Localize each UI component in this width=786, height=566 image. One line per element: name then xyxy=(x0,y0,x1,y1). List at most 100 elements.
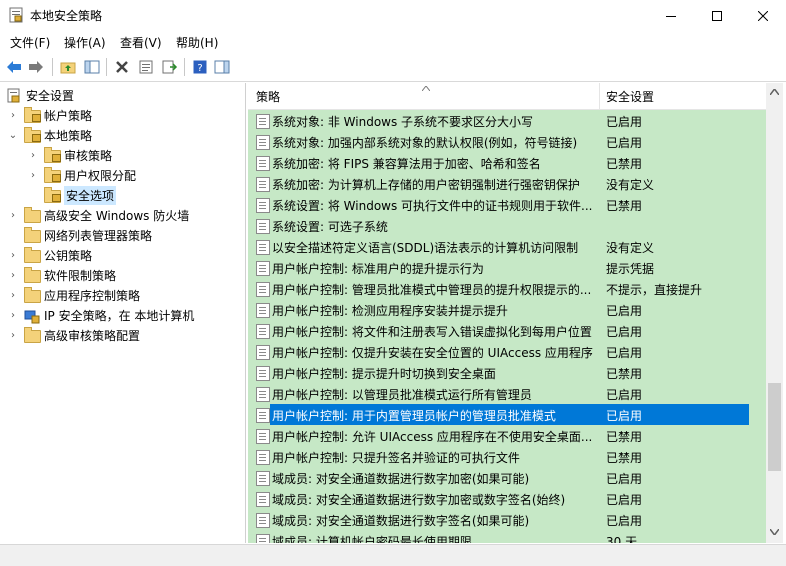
expand-icon[interactable]: › xyxy=(8,290,18,301)
expand-icon[interactable]: › xyxy=(8,330,18,341)
forward-arrow-icon xyxy=(29,61,43,73)
expand-icon[interactable]: › xyxy=(28,150,38,161)
policy-row[interactable]: 系统加密: 将 FIPS 兼容算法用于加密、哈希和签名 已禁用 xyxy=(248,152,766,173)
tree-item-security-settings[interactable]: 安全设置 xyxy=(6,85,74,105)
policy-icon xyxy=(256,366,270,381)
folder-icon xyxy=(24,227,41,243)
tree-item-network-list[interactable]: 网络列表管理器策略 xyxy=(8,225,152,245)
tree-item-label: 帐户策略 xyxy=(44,108,93,123)
policy-row[interactable]: 系统设置: 可选子系统 xyxy=(248,215,766,236)
policy-row[interactable]: 系统设置: 将 Windows 可执行文件中的证书规则用于软件... 已禁用 xyxy=(248,194,766,215)
close-icon xyxy=(758,10,768,21)
up-one-level-button[interactable] xyxy=(58,57,78,77)
policy-row[interactable]: 用户帐户控制: 管理员批准模式中管理员的提升权限提示的... 不提示，直接提升 xyxy=(248,278,766,299)
expand-icon[interactable]: › xyxy=(8,270,18,281)
policy-setting: 已启用 xyxy=(606,136,643,150)
close-button[interactable] xyxy=(740,0,786,31)
tree-item-label: 高级安全 Windows 防火墙 xyxy=(44,208,190,223)
policy-row[interactable]: 系统对象: 加强内部系统对象的默认权限(例如，符号链接) 已启用 xyxy=(248,131,766,152)
help-button[interactable]: ? xyxy=(190,57,210,77)
policy-row[interactable]: 域成员: 对安全通道数据进行数字加密或数字签名(始终) 已启用 xyxy=(248,488,766,509)
policy-icon xyxy=(256,156,270,171)
policy-list: 策略 安全设置 系统对象: 非 Windows 子系统不要求区分大小写 已启用 系统… xyxy=(248,83,766,543)
policy-row[interactable]: 以安全描述符定义语言(SDDL)语法表示的计算机访问限制 没有定义 xyxy=(248,236,766,257)
menu-help[interactable]: 帮助(H) xyxy=(176,34,218,51)
policy-icon xyxy=(256,240,270,255)
scroll-up-icon[interactable] xyxy=(770,89,779,95)
expand-icon[interactable]: › xyxy=(8,250,18,261)
export-list-button[interactable] xyxy=(160,57,180,77)
menu-view[interactable]: 查看(V) xyxy=(120,34,162,51)
tree-item-account-policies[interactable]: › 帐户策略 xyxy=(8,105,92,125)
policy-row[interactable]: 用户帐户控制: 只提升签名并验证的可执行文件 已禁用 xyxy=(248,446,766,467)
forward-button[interactable] xyxy=(26,57,46,77)
column-header-setting[interactable]: 安全设置 xyxy=(606,83,654,109)
policy-setting: 已启用 xyxy=(606,325,643,339)
tree-item-label: 软件限制策略 xyxy=(44,268,117,283)
policy-row[interactable]: 系统对象: 非 Windows 子系统不要求区分大小写 已启用 xyxy=(248,110,766,131)
scrollbar-thumb[interactable] xyxy=(768,383,781,471)
tree-item-user-rights[interactable]: › 用户权限分配 xyxy=(28,165,136,185)
properties-button[interactable] xyxy=(136,57,156,77)
expand-icon[interactable]: › xyxy=(8,210,18,221)
policy-icon xyxy=(256,303,270,318)
tree-item-audit-policy[interactable]: › 审核策略 xyxy=(28,145,112,165)
delete-x-icon xyxy=(116,61,128,73)
policy-name: 用户帐户控制: 仅提升安装在安全位置的 UIAccess 应用程序 xyxy=(272,346,593,360)
menu-file[interactable]: 文件(F) xyxy=(10,34,50,51)
tree-item-ip-security[interactable]: › IP 安全策略，在 本地计算机 xyxy=(8,305,194,325)
tree-item-security-options[interactable]: 安全选项 xyxy=(28,185,117,205)
ip-security-icon xyxy=(24,308,40,324)
tree-item-software-restriction[interactable]: › 软件限制策略 xyxy=(8,265,116,285)
policy-setting: 不提示，直接提升 xyxy=(606,283,703,297)
policy-row[interactable]: 用户帐户控制: 检测应用程序安装并提示提升 已启用 xyxy=(248,299,766,320)
menu-action[interactable]: 操作(A) xyxy=(64,34,106,51)
policy-row[interactable]: 用户帐户控制: 用于内置管理员帐户的管理员批准模式 已启用 xyxy=(248,404,766,425)
policy-row[interactable]: 域成员: 计算机帐户密码最长使用期限 30 天 xyxy=(248,530,766,543)
column-header-policy[interactable]: 策略 xyxy=(256,83,280,109)
tree-item-public-key[interactable]: › 公钥策略 xyxy=(8,245,92,265)
folder-icon xyxy=(24,327,41,343)
export-icon xyxy=(162,60,178,74)
vertical-scrollbar[interactable] xyxy=(766,83,783,543)
policy-setting: 已启用 xyxy=(606,493,643,507)
expand-icon[interactable]: › xyxy=(8,110,18,121)
folder-lock-icon xyxy=(44,167,61,183)
tree-item-app-control[interactable]: › 应用程序控制策略 xyxy=(8,285,140,305)
show-hide-tree-button[interactable] xyxy=(82,57,102,77)
policy-row[interactable]: 用户帐户控制: 以管理员批准模式运行所有管理员 已启用 xyxy=(248,383,766,404)
folder-up-icon xyxy=(60,62,76,74)
policy-row[interactable]: 用户帐户控制: 将文件和注册表写入错误虚拟化到每用户位置 已启用 xyxy=(248,320,766,341)
policy-row[interactable]: 域成员: 对安全通道数据进行数字加密(如果可能) 已启用 xyxy=(248,467,766,488)
back-button[interactable] xyxy=(4,57,24,77)
policy-icon xyxy=(256,408,270,423)
app-icon xyxy=(9,7,23,23)
policy-row[interactable]: 域成员: 对安全通道数据进行数字签名(如果可能) 已启用 xyxy=(248,509,766,530)
maximize-button[interactable] xyxy=(694,0,740,31)
minimize-button[interactable] xyxy=(648,0,694,31)
policy-row[interactable]: 系统加密: 为计算机上存储的用户密钥强制进行强密钥保护 没有定义 xyxy=(248,173,766,194)
policy-name: 用户帐户控制: 允许 UIAccess 应用程序在不使用安全桌面... xyxy=(272,430,593,444)
show-action-pane-button[interactable] xyxy=(212,57,232,77)
policy-icon xyxy=(256,471,270,486)
policy-name: 域成员: 对安全通道数据进行数字加密(如果可能) xyxy=(272,472,530,486)
tree-item-advanced-audit[interactable]: › 高级审核策略配置 xyxy=(8,325,140,345)
policy-name: 系统设置: 可选子系统 xyxy=(272,220,388,234)
title-bar: 本地安全策略 xyxy=(0,0,786,31)
policy-row[interactable]: 用户帐户控制: 允许 UIAccess 应用程序在不使用安全桌面... 已禁用 xyxy=(248,425,766,446)
tree-item-label: 安全设置 xyxy=(26,88,75,103)
policy-name: 用户帐户控制: 标准用户的提升提示行为 xyxy=(272,262,484,276)
scroll-down-icon[interactable] xyxy=(770,529,779,535)
tree-item-local-policies[interactable]: ⌄ 本地策略 xyxy=(8,125,92,145)
policy-row[interactable]: 用户帐户控制: 标准用户的提升提示行为 提示凭据 xyxy=(248,257,766,278)
tree-item-firewall[interactable]: › 高级安全 Windows 防火墙 xyxy=(8,205,189,225)
tree-item-label: 应用程序控制策略 xyxy=(44,288,141,303)
delete-button[interactable] xyxy=(112,57,132,77)
policy-row[interactable]: 用户帐户控制: 提示提升时切换到安全桌面 已禁用 xyxy=(248,362,766,383)
collapse-icon[interactable]: ⌄ xyxy=(8,130,18,141)
expand-icon[interactable]: › xyxy=(28,170,38,181)
policy-row[interactable]: 用户帐户控制: 仅提升安装在安全位置的 UIAccess 应用程序 已启用 xyxy=(248,341,766,362)
help-icon: ? xyxy=(193,60,207,74)
expand-icon[interactable]: › xyxy=(8,310,18,321)
policy-icon xyxy=(256,177,270,192)
